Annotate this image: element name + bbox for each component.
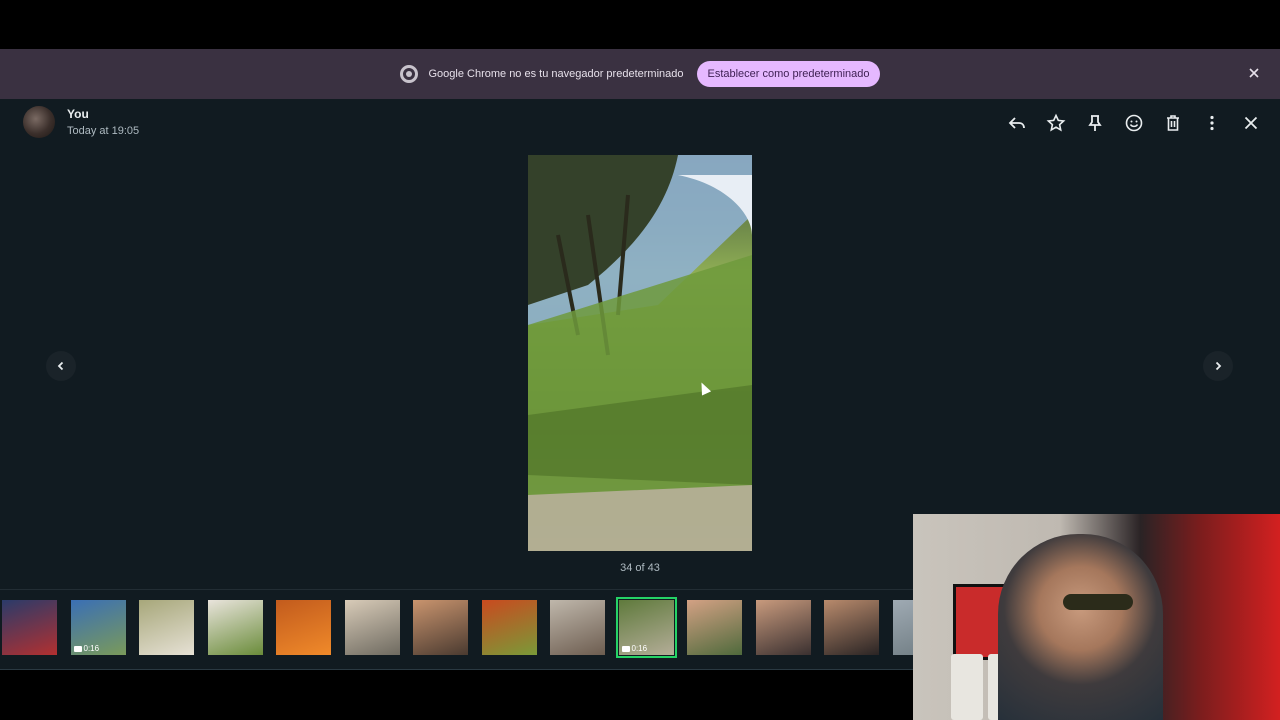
media-thumbnail[interactable]: [824, 600, 879, 655]
media-thumbnail[interactable]: [276, 600, 331, 655]
infobar-close-icon[interactable]: [1246, 65, 1262, 81]
previous-media-button[interactable]: [46, 351, 76, 381]
webcam-sunglasses: [1063, 594, 1133, 610]
video-duration-badge: 0:16: [621, 644, 648, 653]
media-thumbnail[interactable]: [413, 600, 468, 655]
media-thumbnail[interactable]: [139, 600, 194, 655]
video-duration: 0:16: [83, 644, 100, 653]
video-duration: 0:16: [631, 644, 648, 653]
reply-icon[interactable]: [1006, 112, 1028, 134]
media-thumbnail[interactable]: [344, 600, 400, 655]
set-default-button[interactable]: Establecer como predeterminado: [697, 61, 880, 87]
media-thumbnail[interactable]: [481, 600, 537, 655]
webcam-overlay: [913, 514, 1280, 720]
video-duration-badge: 0:16: [73, 644, 100, 653]
media-thumbnail[interactable]: 0:16: [615, 597, 677, 658]
close-icon[interactable]: [1240, 112, 1262, 134]
viewer-header: You Today at 19:05: [0, 99, 1280, 149]
next-media-button[interactable]: [1203, 351, 1233, 381]
media-thumbnail[interactable]: 0:16: [70, 600, 126, 655]
emoji-icon[interactable]: [1123, 112, 1145, 134]
webcam-speaker-left: [951, 654, 983, 720]
webcam-person: [998, 534, 1163, 720]
media-thumbnail[interactable]: [550, 600, 605, 655]
media-thumbnail[interactable]: [687, 600, 742, 655]
top-bar-black: [0, 0, 1280, 49]
media-thumbnail[interactable]: [2, 600, 57, 655]
video-camera-icon: [621, 645, 630, 652]
default-browser-infobar: Google Chrome no es tu navegador predete…: [0, 49, 1280, 99]
delete-icon[interactable]: [1162, 112, 1184, 134]
more-icon[interactable]: [1201, 112, 1223, 134]
video-camera-icon: [73, 645, 82, 652]
avatar[interactable]: [23, 106, 55, 138]
pin-icon[interactable]: [1084, 112, 1106, 134]
chrome-icon: [400, 65, 419, 83]
star-icon[interactable]: [1045, 112, 1067, 134]
media-thumbnail[interactable]: [755, 600, 811, 655]
message-timestamp: Today at 19:05: [67, 125, 140, 137]
media-thumbnail[interactable]: [207, 600, 263, 655]
video-preview[interactable]: [528, 155, 752, 551]
viewer-actions: [1006, 112, 1262, 134]
sender-name: You: [67, 107, 89, 121]
infobar-message: Google Chrome no es tu navegador predete…: [428, 68, 684, 80]
